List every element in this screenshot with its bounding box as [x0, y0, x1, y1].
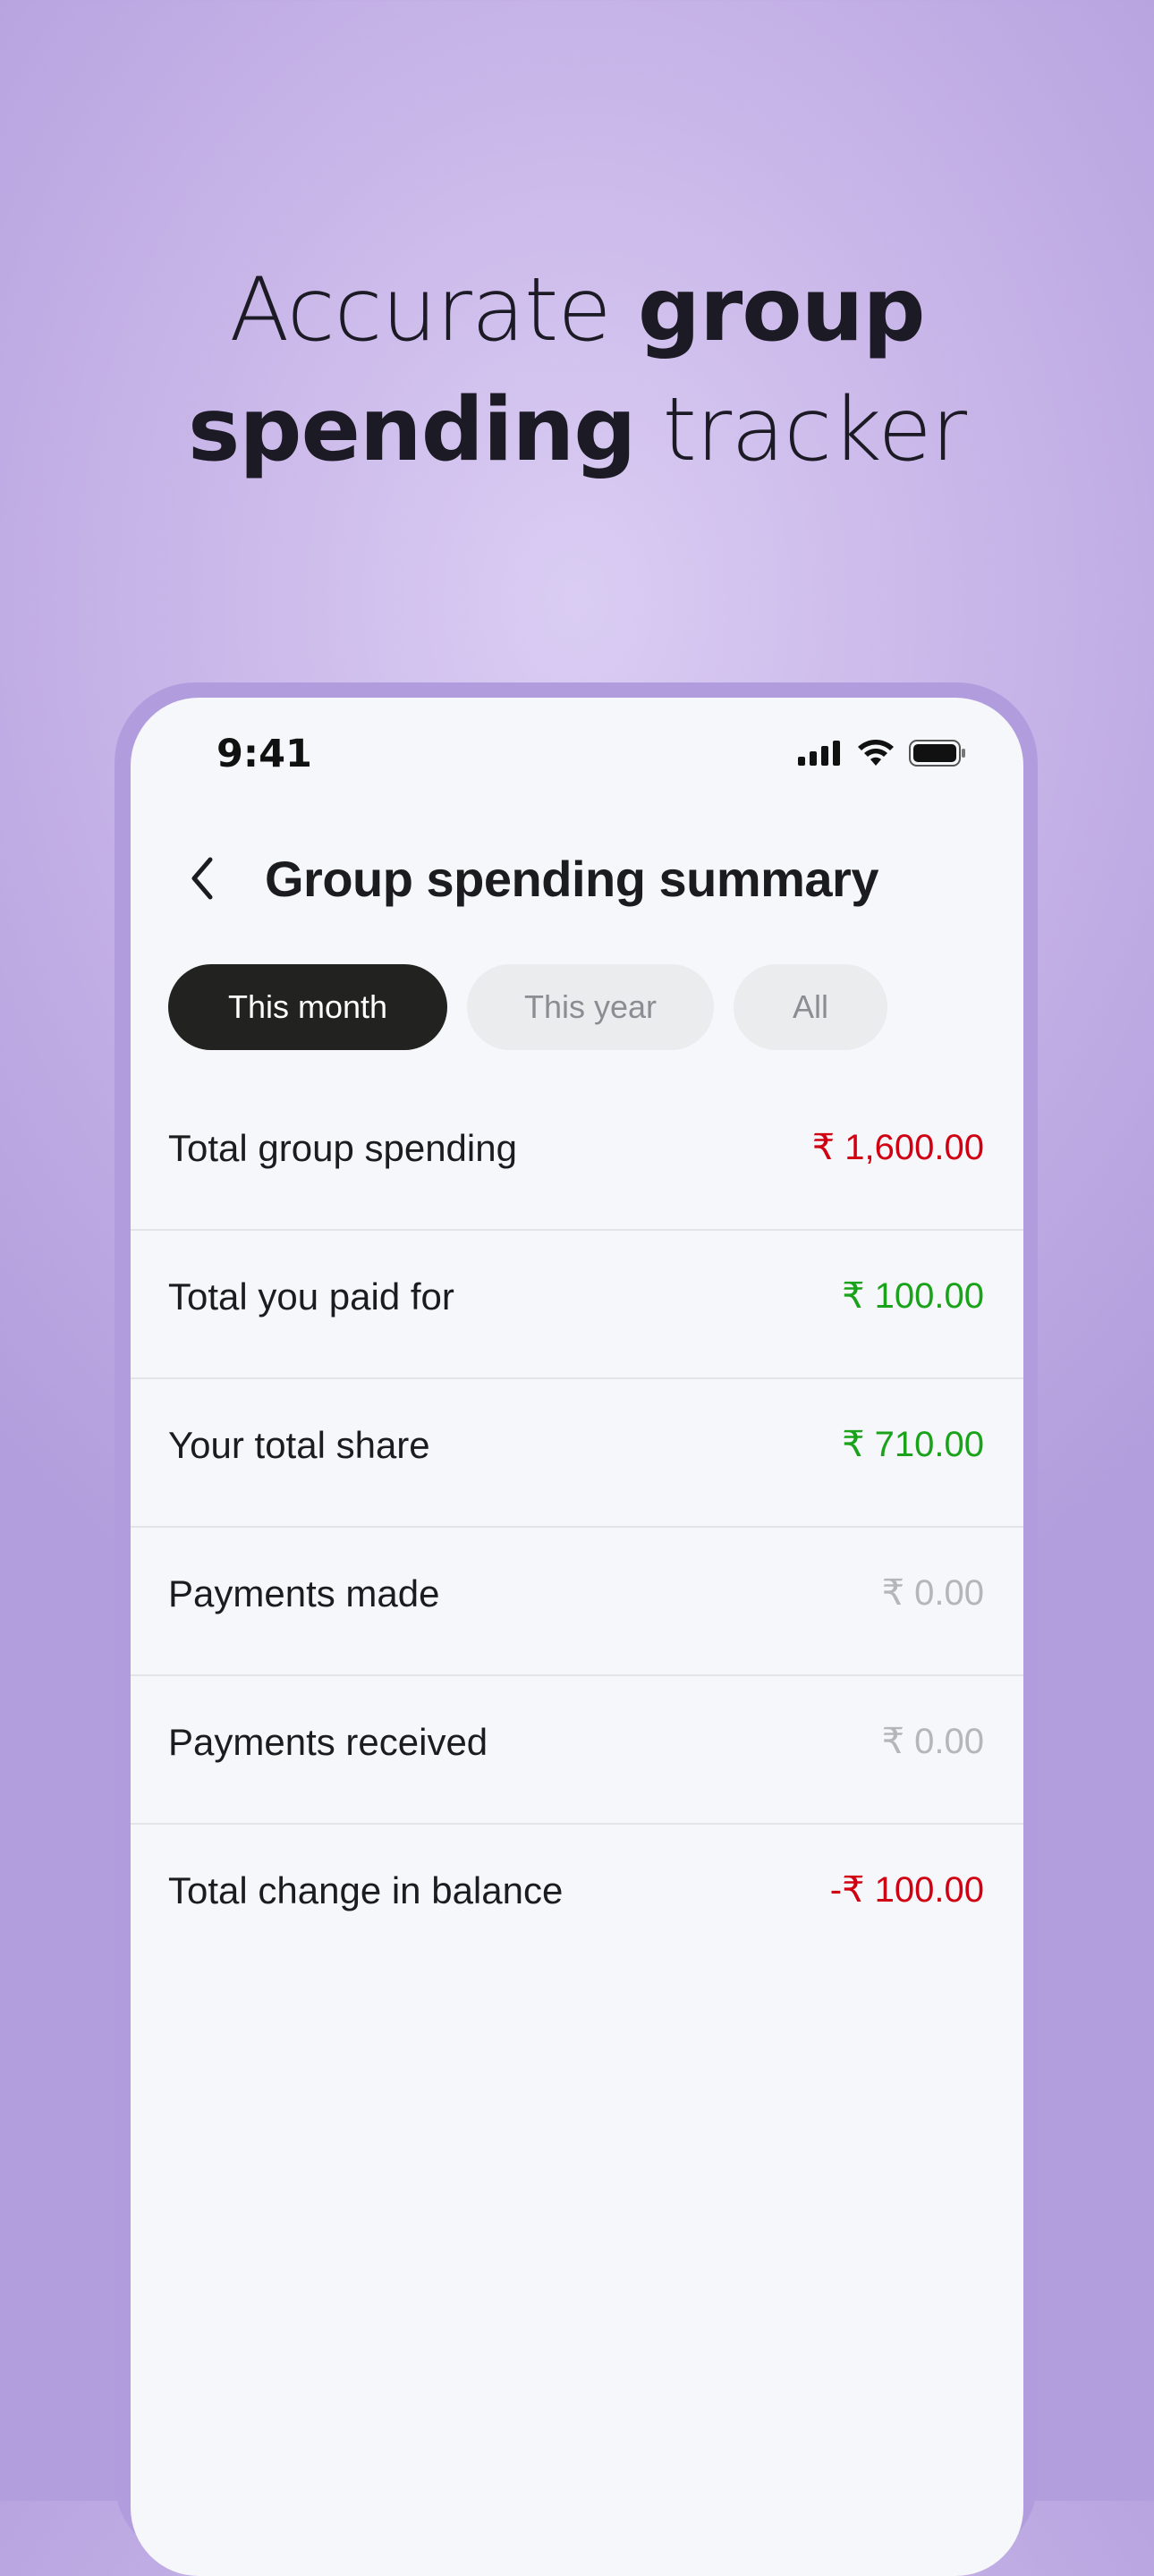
- row-payments-made: Payments made ₹ 0.00: [131, 1528, 1023, 1676]
- page-title: Group spending summary: [265, 851, 879, 907]
- chevron-left-icon: [191, 857, 213, 900]
- headline-line-1: Accurate group: [0, 250, 1154, 370]
- row-label: Payments received: [168, 1721, 488, 1763]
- headline-line-2: spending tracker: [0, 370, 1154, 490]
- nav-bar: Group spending summary: [131, 823, 1023, 930]
- headline-line1-bold: group: [637, 259, 926, 361]
- row-value: ₹ 1,600.00: [811, 1128, 984, 1167]
- row-total-group-spending: Total group spending ₹ 1,600.00: [131, 1082, 1023, 1231]
- row-value: ₹ 0.00: [881, 1573, 984, 1613]
- status-time: 9:41: [216, 732, 312, 776]
- row-label: Total group spending: [168, 1127, 517, 1169]
- row-value: ₹ 0.00: [881, 1722, 984, 1761]
- cellular-signal-icon: [798, 741, 840, 766]
- headline-line2-bold: spending: [187, 379, 636, 481]
- row-total-you-paid-for: Total you paid for ₹ 100.00: [131, 1231, 1023, 1379]
- tab-all[interactable]: All: [734, 964, 887, 1050]
- marketing-headline: Accurate group spending tracker: [0, 250, 1154, 490]
- headline-line1-light: Accurate: [229, 259, 638, 361]
- row-value: -₹ 100.00: [829, 1870, 984, 1910]
- row-label: Total you paid for: [168, 1275, 454, 1318]
- tab-this-year[interactable]: This year: [467, 964, 714, 1050]
- status-icons: [798, 739, 966, 767]
- phone-screen: 9:41 Group spending summary This month T…: [131, 698, 1023, 2576]
- row-value: ₹ 100.00: [842, 1276, 984, 1316]
- row-value: ₹ 710.00: [842, 1425, 984, 1464]
- battery-icon: [909, 740, 965, 767]
- back-button[interactable]: [166, 843, 238, 914]
- row-payments-received: Payments received ₹ 0.00: [131, 1676, 1023, 1825]
- row-total-change-in-balance: Total change in balance -₹ 100.00: [131, 1825, 1023, 1973]
- status-bar: 9:41: [131, 698, 1023, 814]
- row-label: Total change in balance: [168, 1869, 564, 1911]
- row-your-total-share: Your total share ₹ 710.00: [131, 1379, 1023, 1528]
- row-label: Your total share: [168, 1424, 430, 1466]
- wifi-icon: [858, 740, 894, 766]
- headline-line2-light: tracker: [635, 379, 968, 481]
- row-label: Payments made: [168, 1572, 440, 1614]
- period-tabs: This month This year All: [168, 964, 887, 1050]
- tab-this-month[interactable]: This month: [168, 964, 447, 1050]
- summary-list: Total group spending ₹ 1,600.00 Total yo…: [131, 1082, 1023, 1973]
